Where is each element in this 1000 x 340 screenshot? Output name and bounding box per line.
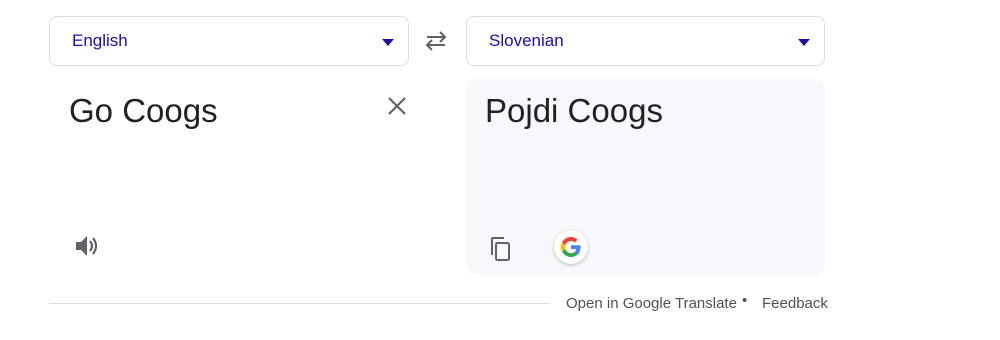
close-icon xyxy=(388,97,406,115)
footer-separator: • xyxy=(742,292,748,309)
source-language-select[interactable]: English xyxy=(49,16,409,66)
translation-result-panel: Pojdi Coogs xyxy=(466,79,825,275)
chevron-down-icon xyxy=(798,39,810,46)
clear-text-button[interactable] xyxy=(386,95,408,117)
footer-divider xyxy=(49,303,550,304)
google-search-button[interactable] xyxy=(554,230,588,264)
swap-arrows-icon xyxy=(425,31,447,51)
feedback-link[interactable]: Feedback xyxy=(762,295,828,312)
source-language-label: English xyxy=(72,31,128,50)
listen-source-button[interactable] xyxy=(73,232,101,260)
swap-languages-button[interactable] xyxy=(422,28,450,54)
open-in-google-translate-link[interactable]: Open in Google Translate xyxy=(566,295,737,312)
translated-text: Pojdi Coogs xyxy=(485,92,663,129)
target-language-label: Slovenian xyxy=(489,31,564,50)
chevron-down-icon xyxy=(382,39,394,46)
target-language-select[interactable]: Slovenian xyxy=(466,16,825,66)
source-text-input[interactable]: Go Coogs xyxy=(69,92,218,130)
speaker-icon xyxy=(76,236,98,256)
copy-icon xyxy=(491,237,510,261)
copy-translation-button[interactable] xyxy=(488,235,514,263)
google-g-icon xyxy=(561,237,581,257)
